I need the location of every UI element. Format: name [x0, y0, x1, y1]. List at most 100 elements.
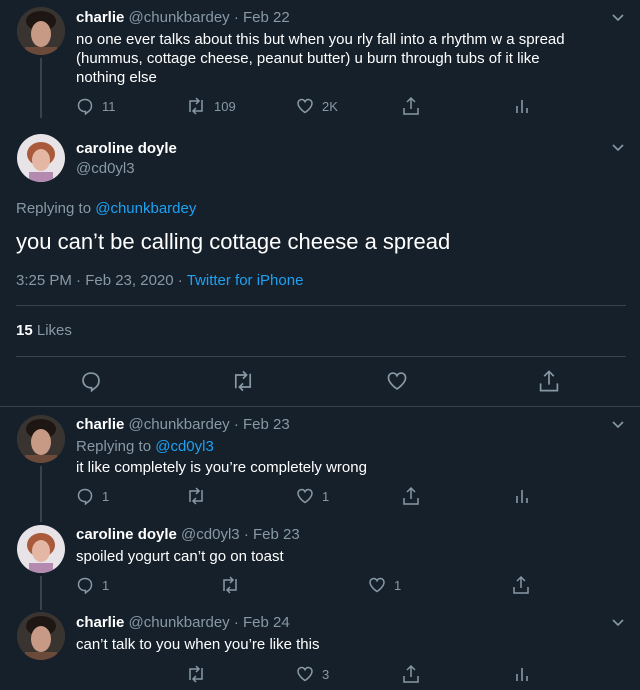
- like-count: 3: [322, 666, 330, 682]
- replying-to-link[interactable]: @chunkbardey: [95, 200, 196, 217]
- author-name[interactable]: caroline doyle: [76, 526, 177, 543]
- like-icon: [387, 372, 407, 390]
- tweet-header: charlie @chunkbardey · Feb 23: [76, 416, 290, 433]
- analytics-button[interactable]: [514, 487, 530, 505]
- divider: [0, 406, 640, 407]
- reply-count: 1: [102, 488, 110, 504]
- like-button[interactable]: 1: [296, 487, 329, 505]
- like-button[interactable]: 2K: [296, 97, 338, 115]
- tweet-text: can’t talk to you when you’re like this: [76, 636, 320, 653]
- like-icon: [297, 666, 313, 682]
- share-button[interactable]: [402, 486, 420, 506]
- replying-to-label: Replying to: [16, 200, 92, 217]
- retweet-icon: [189, 665, 203, 683]
- share-icon: [403, 486, 419, 505]
- tweet-header: charlie @chunkbardey · Feb 24: [76, 614, 290, 631]
- chevron-down-icon[interactable]: [611, 13, 625, 23]
- tweet-date[interactable]: Feb 22: [243, 9, 290, 26]
- main-author-name[interactable]: caroline doyle: [76, 140, 177, 157]
- like-icon: [369, 577, 385, 593]
- like-icon: [297, 98, 313, 114]
- retweet-icon: [189, 97, 203, 115]
- separator: ·: [243, 526, 249, 543]
- tweet-date[interactable]: Feb 24: [243, 614, 290, 631]
- analytics-icon: [516, 100, 528, 113]
- avatar-charlie-image: [17, 7, 65, 55]
- reply-button[interactable]: 1: [76, 487, 109, 505]
- tweet-text-line: no one ever talks about this but when yo…: [76, 31, 565, 48]
- tweet-client-link[interactable]: Twitter for iPhone: [187, 272, 304, 289]
- retweet-icon: [223, 576, 237, 594]
- author-handle[interactable]: @chunkbardey: [129, 614, 230, 631]
- retweet-icon: [234, 370, 252, 392]
- analytics-icon: [516, 490, 528, 503]
- author-name[interactable]: caroline doyle: [76, 140, 177, 157]
- tweet-header: caroline doyle @cd0yl3 · Feb 23: [76, 526, 300, 543]
- tweet-text-line: (hummus, cottage cheese, peanut butter) …: [76, 50, 540, 67]
- reply-button[interactable]: 1: [76, 576, 109, 594]
- author-handle[interactable]: @cd0yl3: [181, 526, 240, 543]
- reply-icon: [82, 372, 100, 392]
- share-icon: [539, 370, 559, 392]
- like-button[interactable]: 1: [368, 576, 401, 594]
- analytics-icon: [516, 668, 528, 681]
- retweet-button[interactable]: [186, 487, 206, 505]
- avatar-charlie[interactable]: [17, 415, 65, 463]
- tweet-timestamp[interactable]: 3:25 PM · Feb 23, 2020: [16, 272, 174, 289]
- author-handle[interactable]: @chunkbardey: [129, 9, 230, 26]
- like-count: 2K: [322, 98, 338, 114]
- analytics-button[interactable]: [514, 665, 530, 683]
- retweet-icon: [189, 487, 203, 505]
- author-name[interactable]: charlie: [76, 416, 124, 433]
- avatar-caroline-image: [17, 525, 65, 573]
- share-button[interactable]: [512, 575, 530, 595]
- thread-line: [40, 58, 42, 118]
- tweet-text-line: nothing else: [76, 69, 157, 86]
- share-button[interactable]: [538, 369, 560, 393]
- retweet-button[interactable]: [220, 576, 240, 594]
- share-icon: [513, 575, 529, 594]
- retweet-button[interactable]: [186, 665, 206, 683]
- author-name[interactable]: charlie: [76, 614, 124, 631]
- author-handle[interactable]: @chunkbardey: [129, 416, 230, 433]
- chevron-down-icon[interactable]: [611, 420, 625, 430]
- avatar-caroline-image: [17, 134, 65, 182]
- likes-stat-count: 15: [16, 322, 33, 339]
- share-icon: [403, 96, 419, 115]
- reply-count: 11: [102, 98, 116, 114]
- reply-button[interactable]: 11: [76, 97, 116, 115]
- share-button[interactable]: [402, 96, 420, 116]
- separator: ·: [233, 614, 239, 631]
- like-button[interactable]: 3: [296, 665, 329, 683]
- reply-icon: [77, 488, 93, 505]
- like-button[interactable]: [386, 370, 408, 392]
- like-count: 1: [322, 488, 330, 504]
- avatar-charlie[interactable]: [17, 7, 65, 55]
- reply-button[interactable]: [80, 370, 102, 392]
- replying-to-link[interactable]: @cd0yl3: [155, 438, 214, 455]
- separator: ·: [233, 9, 239, 26]
- avatar-caroline[interactable]: [17, 525, 65, 573]
- share-icon: [403, 664, 419, 683]
- replying-to: Replying to @chunkbardey: [16, 200, 196, 217]
- main-author-handle[interactable]: @cd0yl3: [76, 160, 135, 177]
- replying-to-label: Replying to: [76, 438, 152, 455]
- retweet-button[interactable]: 109: [186, 97, 236, 115]
- chevron-down-icon[interactable]: [611, 618, 625, 628]
- tweet-text: no one ever talks about this but when yo…: [76, 30, 565, 87]
- reply-count: 1: [102, 577, 110, 593]
- avatar-caroline[interactable]: [17, 134, 65, 182]
- likes-stat[interactable]: 15 Likes: [16, 322, 72, 339]
- share-button[interactable]: [402, 664, 420, 684]
- tweet-date[interactable]: Feb 23: [253, 526, 300, 543]
- tweet-date[interactable]: Feb 23: [243, 416, 290, 433]
- separator: ·: [177, 272, 183, 289]
- retweet-button[interactable]: [231, 370, 255, 392]
- tweet-header: charlie @chunkbardey · Feb 22: [76, 9, 290, 26]
- retweet-count: 109: [214, 98, 236, 114]
- reply-icon: [77, 98, 93, 115]
- analytics-button[interactable]: [514, 97, 530, 115]
- avatar-charlie[interactable]: [17, 612, 65, 660]
- author-name[interactable]: charlie: [76, 9, 124, 26]
- chevron-down-icon[interactable]: [611, 143, 625, 153]
